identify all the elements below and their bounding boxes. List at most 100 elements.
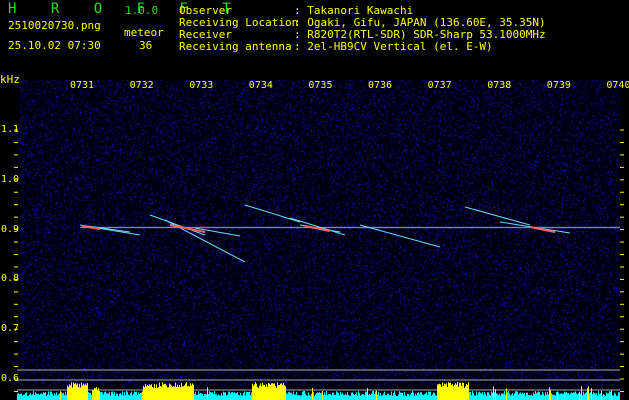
histogram-bar [386, 395, 387, 400]
histogram-bar [360, 396, 361, 400]
histogram-bar [315, 394, 316, 400]
histogram-bar [365, 392, 366, 400]
histogram-bar [124, 392, 125, 400]
histogram-bar [157, 388, 158, 400]
histogram-bar [449, 383, 450, 400]
histogram-bar [491, 391, 492, 400]
histogram-bar [605, 396, 606, 400]
histogram-bar [172, 387, 173, 400]
histogram-bar [387, 394, 388, 400]
histogram-bar [531, 394, 532, 400]
histogram-bar [591, 388, 592, 400]
histogram-bar [405, 395, 406, 400]
histogram-bar [218, 394, 219, 400]
histogram-bar [597, 396, 598, 400]
histogram-bar [397, 396, 398, 400]
histogram-bar [385, 395, 386, 400]
histogram-bar [17, 394, 18, 400]
histogram-bar [266, 384, 267, 400]
histogram-bar [69, 385, 70, 400]
histogram-bar [382, 395, 383, 400]
histogram-bar [178, 387, 179, 400]
histogram-bar [354, 395, 355, 400]
histogram-bar [223, 392, 224, 400]
histogram-bar [453, 386, 454, 400]
histogram-bar [412, 391, 413, 400]
meteor-trace [360, 225, 440, 247]
histogram-bar [140, 393, 141, 400]
histogram-bar [347, 392, 348, 400]
histogram-bar [390, 395, 391, 400]
histogram-bar [468, 382, 469, 400]
histogram-bar [571, 392, 572, 400]
histogram-bar [21, 393, 22, 400]
histogram-bar [565, 393, 566, 400]
histogram-bar [580, 394, 581, 400]
histogram-bar [107, 394, 108, 400]
histogram-bar [471, 395, 472, 400]
histogram-bar [607, 393, 608, 400]
histogram-bar [536, 393, 537, 400]
histogram-bar [554, 395, 555, 400]
histogram-bar [304, 391, 305, 400]
histogram-bar [439, 384, 440, 400]
histogram-bar [215, 394, 216, 400]
histogram-bar [152, 387, 153, 400]
histogram-bar [206, 394, 207, 400]
meteor-trace [290, 218, 345, 235]
histogram-bar [487, 392, 488, 400]
histogram-bar [324, 392, 325, 400]
histogram-bar [399, 391, 400, 400]
histogram-bar [434, 393, 435, 400]
freq-tick: 1.1 [1, 124, 19, 135]
histogram-bar [322, 391, 323, 400]
histogram-bar [426, 392, 427, 400]
histogram-bar [205, 394, 206, 400]
histogram-bar [190, 383, 191, 400]
histogram-bar [367, 388, 368, 400]
histogram-bar [290, 393, 291, 400]
histogram-bar [120, 393, 121, 400]
histogram-bar [174, 387, 175, 400]
histogram-bar [479, 392, 480, 400]
histogram-bar [334, 395, 335, 400]
histogram-bar [507, 392, 508, 400]
histogram-bar [498, 395, 499, 400]
histogram-bar [114, 392, 115, 400]
histogram-bar [49, 395, 50, 400]
histogram-bar [171, 385, 172, 400]
histogram-bar [196, 395, 197, 400]
histogram-bar [285, 387, 286, 400]
histogram-bar [161, 387, 162, 400]
histogram-bar [350, 396, 351, 400]
histogram-bar [150, 385, 151, 400]
histogram-bar [541, 395, 542, 400]
histogram-bar [493, 386, 494, 400]
histogram-bar [512, 393, 513, 400]
histogram-bar [26, 393, 27, 400]
histogram-bar [236, 393, 237, 400]
histogram-bar [331, 395, 332, 400]
histogram-bar [244, 392, 245, 400]
histogram-bar [452, 384, 453, 400]
histogram-bar [457, 382, 458, 400]
histogram-bar [504, 391, 505, 400]
histogram-bar [293, 391, 294, 400]
histogram-bar [436, 396, 437, 400]
histogram-bar [433, 393, 434, 400]
histogram-bar [137, 395, 138, 400]
histogram-bar [76, 385, 77, 400]
histogram-bar [555, 396, 556, 400]
histogram-bar [138, 392, 139, 400]
histogram-bar [557, 392, 558, 400]
histogram-bar [560, 394, 561, 400]
histogram-bar [252, 384, 253, 400]
histogram-bar [77, 383, 78, 400]
histogram-bar [251, 392, 252, 400]
histogram-bar [590, 392, 591, 400]
histogram-bar [233, 393, 234, 400]
histogram-bar [93, 390, 94, 400]
histogram-bar [438, 384, 439, 400]
histogram-bar [229, 392, 230, 400]
histogram-bar [488, 392, 489, 400]
